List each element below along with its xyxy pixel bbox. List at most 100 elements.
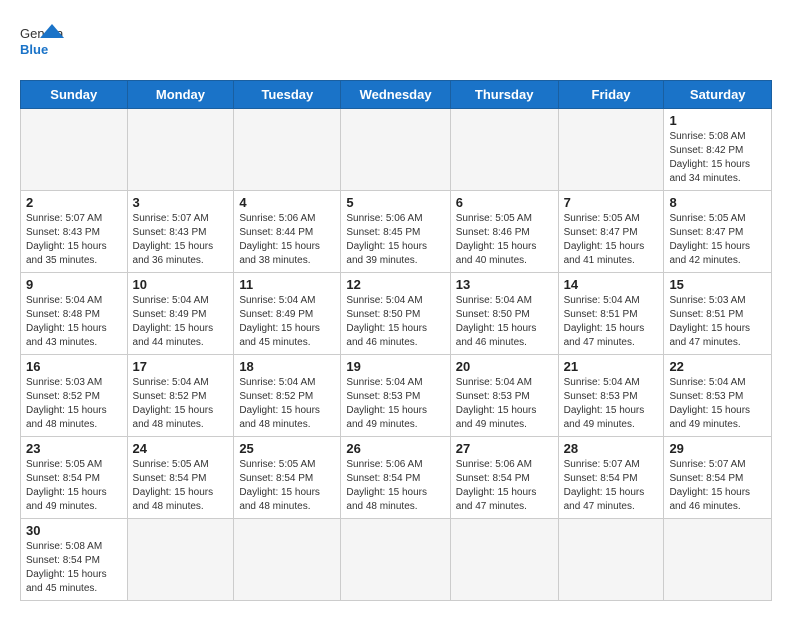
day-number: 15 (669, 277, 766, 292)
day-number: 8 (669, 195, 766, 210)
calendar-cell: 9Sunrise: 5:04 AMSunset: 8:48 PMDaylight… (21, 273, 128, 355)
day-number: 1 (669, 113, 766, 128)
day-number: 2 (26, 195, 122, 210)
day-info: Sunrise: 5:05 AMSunset: 8:54 PMDaylight:… (239, 458, 335, 514)
day-number: 21 (564, 359, 659, 374)
calendar-cell: 7 Sunrise: 5:05 AMSunset: 8:47 PMDaylight… (558, 191, 664, 273)
day-number: 16 (26, 359, 122, 374)
day-info: Sunrise: 5:06 AMSunset: 8:54 PMDaylight:… (346, 458, 444, 514)
col-header-wednesday: Wednesday (341, 81, 450, 109)
day-info: Sunrise: 5:04 AMSunset: 8:49 PMDaylight:… (239, 294, 335, 350)
day-number: 19 (346, 359, 444, 374)
day-number: 6 (456, 195, 553, 210)
day-number: 17 (133, 359, 229, 374)
calendar-cell: 1 Sunrise: 5:08 AMSunset: 8:42 PMDaylight… (664, 109, 772, 191)
day-info: Sunrise: 5:05 AMSunset: 8:54 PMDaylight:… (26, 458, 122, 514)
calendar-cell: 21Sunrise: 5:04 AMSunset: 8:53 PMDayligh… (558, 355, 664, 437)
day-info: Sunrise: 5:04 AMSunset: 8:53 PMDaylight:… (346, 376, 444, 432)
day-info: Sunrise: 5:04 AMSunset: 8:51 PMDaylight:… (564, 294, 659, 350)
day-number: 11 (239, 277, 335, 292)
day-number: 24 (133, 441, 229, 456)
calendar-cell: 30Sunrise: 5:08 AMSunset: 8:54 PMDayligh… (21, 519, 128, 601)
calendar-cell: 12 Sunrise: 5:04 AMSunset: 8:50 PMDayligh… (341, 273, 450, 355)
calendar-cell: 11 Sunrise: 5:04 AMSunset: 8:49 PMDayligh… (234, 273, 341, 355)
calendar-cell: 19 Sunrise: 5:04 AMSunset: 8:53 PMDayligh… (341, 355, 450, 437)
logo: General Blue (20, 20, 64, 64)
day-info: Sunrise: 5:04 AMSunset: 8:52 PMDaylight:… (133, 376, 229, 432)
col-header-sunday: Sunday (21, 81, 128, 109)
calendar-week-row: 1 Sunrise: 5:08 AMSunset: 8:42 PMDaylight… (21, 109, 772, 191)
day-number: 22 (669, 359, 766, 374)
calendar-cell (234, 519, 341, 601)
day-info: Sunrise: 5:08 AMSunset: 8:54 PMDaylight:… (26, 540, 122, 596)
calendar-cell: 20 Sunrise: 5:04 AMSunset: 8:53 PMDayligh… (450, 355, 558, 437)
calendar-week-row: 23 Sunrise: 5:05 AMSunset: 8:54 PMDayligh… (21, 437, 772, 519)
day-info: Sunrise: 5:04 AMSunset: 8:53 PMDaylight:… (456, 376, 553, 432)
col-header-friday: Friday (558, 81, 664, 109)
calendar-week-row: 2 Sunrise: 5:07 AMSunset: 8:43 PMDaylight… (21, 191, 772, 273)
calendar-week-row: 16 Sunrise: 5:03 AMSunset: 8:52 PMDayligh… (21, 355, 772, 437)
calendar-cell: 29Sunrise: 5:07 AMSunset: 8:54 PMDayligh… (664, 437, 772, 519)
day-info: Sunrise: 5:05 AMSunset: 8:46 PMDaylight:… (456, 212, 553, 268)
calendar-cell (664, 519, 772, 601)
day-number: 28 (564, 441, 659, 456)
day-info: Sunrise: 5:06 AMSunset: 8:45 PMDaylight:… (346, 212, 444, 268)
calendar-cell: 2 Sunrise: 5:07 AMSunset: 8:43 PMDaylight… (21, 191, 128, 273)
day-info: Sunrise: 5:03 AMSunset: 8:52 PMDaylight:… (26, 376, 122, 432)
day-info: Sunrise: 5:04 AMSunset: 8:52 PMDaylight:… (239, 376, 335, 432)
svg-text:Blue: Blue (20, 42, 48, 57)
calendar-cell: 4Sunrise: 5:06 AMSunset: 8:44 PMDaylight… (234, 191, 341, 273)
logo-graphic: General Blue (20, 20, 64, 64)
day-info: Sunrise: 5:07 AMSunset: 8:54 PMDaylight:… (564, 458, 659, 514)
calendar-cell: 17 Sunrise: 5:04 AMSunset: 8:52 PMDayligh… (127, 355, 234, 437)
calendar-table: SundayMondayTuesdayWednesdayThursdayFrid… (20, 80, 772, 601)
day-info: Sunrise: 5:03 AMSunset: 8:51 PMDaylight:… (669, 294, 766, 350)
day-info: Sunrise: 5:04 AMSunset: 8:48 PMDaylight:… (26, 294, 122, 350)
day-info: Sunrise: 5:07 AMSunset: 8:43 PMDaylight:… (133, 212, 229, 268)
logo-container: General Blue (20, 20, 64, 64)
day-info: Sunrise: 5:04 AMSunset: 8:53 PMDaylight:… (669, 376, 766, 432)
calendar-cell: 24Sunrise: 5:05 AMSunset: 8:54 PMDayligh… (127, 437, 234, 519)
calendar-cell: 6 Sunrise: 5:05 AMSunset: 8:46 PMDaylight… (450, 191, 558, 273)
day-number: 3 (133, 195, 229, 210)
day-info: Sunrise: 5:05 AMSunset: 8:47 PMDaylight:… (564, 212, 659, 268)
day-number: 13 (456, 277, 553, 292)
day-info: Sunrise: 5:08 AMSunset: 8:42 PMDaylight:… (669, 130, 766, 186)
calendar-week-row: 9Sunrise: 5:04 AMSunset: 8:48 PMDaylight… (21, 273, 772, 355)
day-number: 18 (239, 359, 335, 374)
calendar-cell: 10Sunrise: 5:04 AMSunset: 8:49 PMDayligh… (127, 273, 234, 355)
calendar-cell: 13Sunrise: 5:04 AMSunset: 8:50 PMDayligh… (450, 273, 558, 355)
calendar-cell: 22 Sunrise: 5:04 AMSunset: 8:53 PMDayligh… (664, 355, 772, 437)
calendar-cell: 25Sunrise: 5:05 AMSunset: 8:54 PMDayligh… (234, 437, 341, 519)
calendar-cell: 15 Sunrise: 5:03 AMSunset: 8:51 PMDayligh… (664, 273, 772, 355)
col-header-monday: Monday (127, 81, 234, 109)
day-info: Sunrise: 5:05 AMSunset: 8:47 PMDaylight:… (669, 212, 766, 268)
calendar-cell (558, 519, 664, 601)
calendar-cell (127, 109, 234, 191)
day-number: 23 (26, 441, 122, 456)
day-info: Sunrise: 5:04 AMSunset: 8:50 PMDaylight:… (346, 294, 444, 350)
day-number: 14 (564, 277, 659, 292)
calendar-header-row: SundayMondayTuesdayWednesdayThursdayFrid… (21, 81, 772, 109)
calendar-cell: 27 Sunrise: 5:06 AMSunset: 8:54 PMDayligh… (450, 437, 558, 519)
calendar-cell: 3 Sunrise: 5:07 AMSunset: 8:43 PMDaylight… (127, 191, 234, 273)
calendar-cell (558, 109, 664, 191)
calendar-cell (450, 519, 558, 601)
day-number: 27 (456, 441, 553, 456)
day-number: 7 (564, 195, 659, 210)
calendar-cell (21, 109, 128, 191)
day-number: 12 (346, 277, 444, 292)
calendar-cell (234, 109, 341, 191)
calendar-cell (450, 109, 558, 191)
day-number: 5 (346, 195, 444, 210)
day-info: Sunrise: 5:07 AMSunset: 8:43 PMDaylight:… (26, 212, 122, 268)
calendar-cell: 14 Sunrise: 5:04 AMSunset: 8:51 PMDayligh… (558, 273, 664, 355)
col-header-tuesday: Tuesday (234, 81, 341, 109)
calendar-week-row: 30Sunrise: 5:08 AMSunset: 8:54 PMDayligh… (21, 519, 772, 601)
calendar-cell: 23 Sunrise: 5:05 AMSunset: 8:54 PMDayligh… (21, 437, 128, 519)
day-info: Sunrise: 5:06 AMSunset: 8:54 PMDaylight:… (456, 458, 553, 514)
day-number: 20 (456, 359, 553, 374)
calendar-cell (127, 519, 234, 601)
day-info: Sunrise: 5:04 AMSunset: 8:49 PMDaylight:… (133, 294, 229, 350)
day-number: 4 (239, 195, 335, 210)
